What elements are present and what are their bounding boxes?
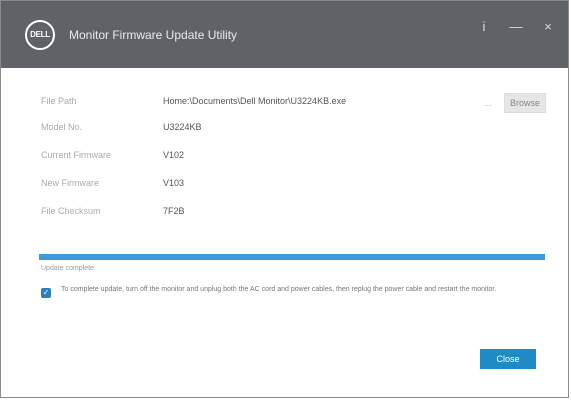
window-controls: i — × [476, 19, 556, 34]
current-firmware-value: V102 [163, 150, 185, 160]
status-text: Update complete [41, 265, 94, 272]
checksum-label: File Checksum [41, 206, 101, 216]
info-row-current-firmware: Current Firmware V102 [41, 150, 551, 178]
checkbox[interactable]: ✓ [41, 288, 51, 298]
checkmark-icon: ✓ [42, 288, 50, 297]
info-row-new-firmware: New Firmware V103 [41, 178, 551, 206]
minimize-icon[interactable]: — [508, 19, 524, 34]
info-panel: File Path Home:\Documents\Dell Monitor\U… [41, 93, 551, 234]
checksum-value: 7F2B [163, 206, 185, 216]
current-firmware-label: Current Firmware [41, 150, 112, 160]
model-label: Model No. [41, 122, 83, 132]
checkbox-text: To complete update, turn off the monitor… [61, 286, 497, 293]
progress-fill [39, 254, 545, 260]
browse-button[interactable]: Browse [504, 93, 546, 113]
file-path-label: File Path [41, 96, 77, 106]
info-row-model: Model No. U3224KB [41, 122, 551, 150]
new-firmware-label: New Firmware [41, 178, 100, 188]
new-firmware-value: V103 [163, 178, 185, 188]
info-row-checksum: File Checksum 7F2B [41, 206, 551, 234]
restart-notice: ✓ To complete update, turn off the monit… [41, 284, 551, 298]
info-icon[interactable]: i [476, 19, 492, 34]
dell-logo: DELL [25, 19, 55, 50]
close-button[interactable]: Close [480, 349, 536, 369]
model-value: U3224KB [163, 122, 202, 132]
app-window: DELL Monitor Firmware Update Utility i —… [0, 0, 569, 398]
window-title: Monitor Firmware Update Utility [69, 27, 238, 42]
progress-bar [39, 254, 545, 260]
title-bar: DELL Monitor Firmware Update Utility i —… [1, 1, 568, 68]
close-icon[interactable]: × [540, 19, 556, 34]
file-path-value: Home:\Documents\Dell Monitor\U3224KB.exe [163, 96, 347, 106]
more-dots: ... [484, 98, 492, 108]
info-row-file-path: File Path Home:\Documents\Dell Monitor\U… [41, 93, 551, 122]
